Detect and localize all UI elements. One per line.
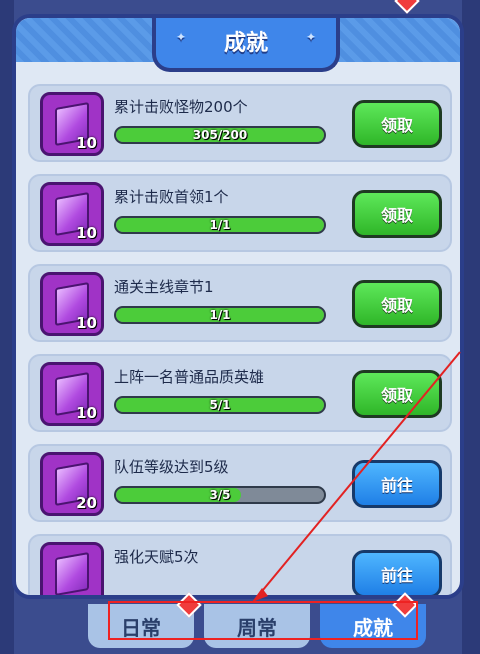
annotation-arrow-icon [252,351,461,602]
